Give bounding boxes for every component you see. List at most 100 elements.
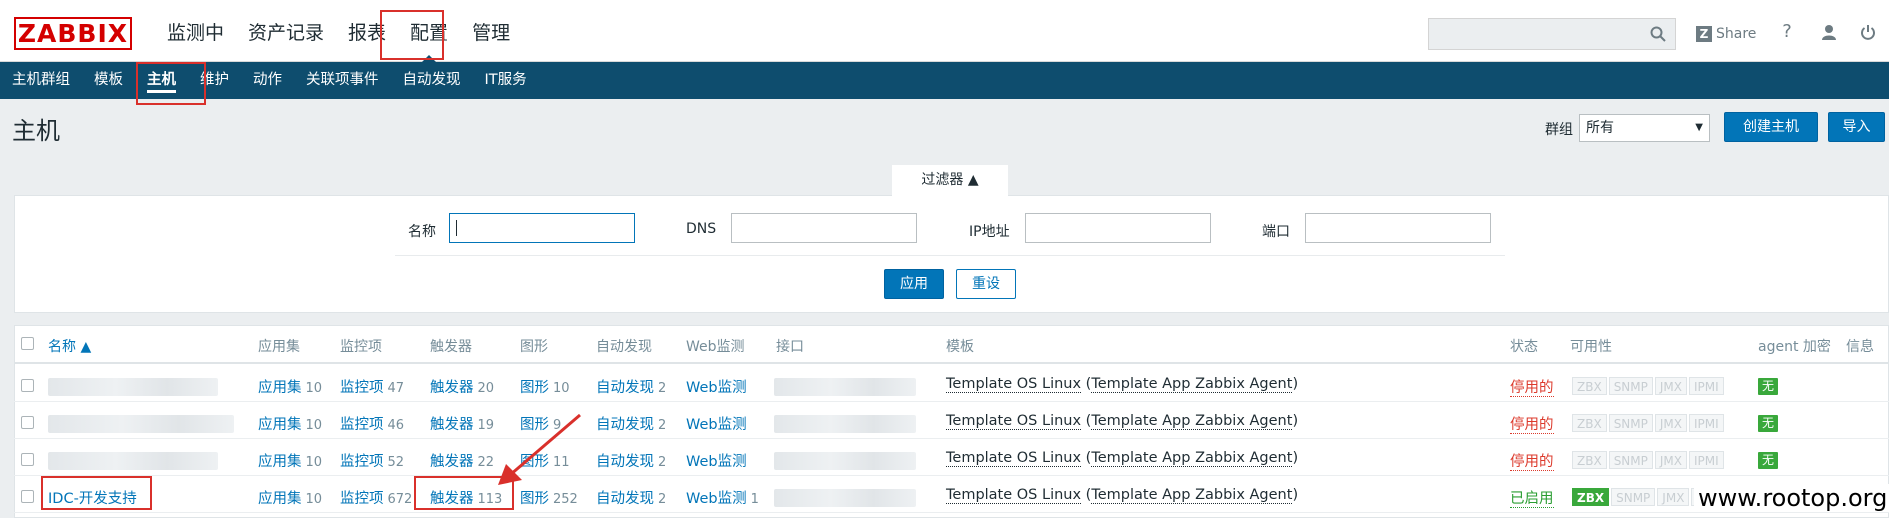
availability-ipmi-badge: IPMI xyxy=(1689,451,1724,469)
triggers-link[interactable]: 触发器 xyxy=(430,417,474,433)
discovery-link[interactable]: 自动发现 xyxy=(596,380,654,396)
applications-link[interactable]: 应用集 xyxy=(258,454,302,470)
web-count: 1 xyxy=(750,492,759,507)
select-all-checkbox[interactable] xyxy=(21,337,34,350)
applications-count: 10 xyxy=(305,381,323,396)
sign-out-icon[interactable] xyxy=(1856,20,1880,44)
applications-link[interactable]: 应用集 xyxy=(258,417,302,433)
triggers-link[interactable]: 触发器 xyxy=(430,380,474,396)
web-link[interactable]: Web监测 xyxy=(686,417,747,433)
items-cell: 监控项 52 xyxy=(340,450,404,471)
sort-by-name-link[interactable]: 名称 ▲ xyxy=(48,339,91,355)
row-checkbox[interactable] xyxy=(21,453,34,466)
global-search-input[interactable] xyxy=(1428,18,1676,50)
parent-template-link[interactable]: Template App Zabbix Agent xyxy=(1091,450,1293,467)
nav-configuration[interactable]: 配置 xyxy=(398,0,460,63)
group-label: 群组 xyxy=(1545,122,1573,138)
discovery-cell: 自动发现 2 xyxy=(596,487,666,508)
web-cell: Web监测 xyxy=(686,413,751,434)
subnav-discovery[interactable]: 自动发现 xyxy=(391,62,473,99)
subnav-maintenance[interactable]: 维护 xyxy=(188,62,241,99)
items-link[interactable]: 监控项 xyxy=(340,491,384,507)
reset-button[interactable]: 重设 xyxy=(956,269,1016,299)
items-link[interactable]: 监控项 xyxy=(340,454,384,470)
annotation-arrow-icon xyxy=(498,413,581,485)
filter-tab[interactable]: 过滤器 ▲ xyxy=(892,165,1008,196)
graphs-link[interactable]: 图形 xyxy=(520,380,549,396)
availability-zbx-badge: ZBX xyxy=(1572,488,1610,506)
status-cell: 停用的 xyxy=(1510,413,1554,434)
template-link[interactable]: Template OS Linux xyxy=(946,450,1082,467)
col-info-header: 信息 xyxy=(1846,339,1874,355)
applications-link[interactable]: 应用集 xyxy=(258,491,302,507)
col-discovery-header: 自动发现 xyxy=(596,339,652,355)
nav-inventory[interactable]: 资产记录 xyxy=(236,0,336,62)
search-icon[interactable] xyxy=(1650,26,1666,42)
nav-monitoring[interactable]: 监测中 xyxy=(155,0,236,62)
web-link[interactable]: Web监测 xyxy=(686,491,747,507)
zabbix-logo[interactable]: ZABBIX xyxy=(14,17,132,50)
subnav-hosts[interactable]: 主机 xyxy=(135,62,188,99)
triggers-link[interactable]: 触发器 xyxy=(430,454,474,470)
user-profile-icon[interactable] xyxy=(1817,20,1841,44)
status-toggle[interactable]: 停用的 xyxy=(1510,454,1554,471)
triggers-cell: 触发器 113 xyxy=(430,487,502,508)
col-name-header: 名称 ▲ xyxy=(48,336,91,356)
discovery-link[interactable]: 自动发现 xyxy=(596,454,654,470)
row-checkbox[interactable] xyxy=(21,416,34,429)
encryption-badge: 无 xyxy=(1758,452,1778,469)
group-select[interactable]: 所有 ▼ xyxy=(1579,114,1710,142)
nav-administration[interactable]: 管理 xyxy=(460,0,522,62)
template-link[interactable]: Template OS Linux xyxy=(946,487,1082,504)
share-link[interactable]: Z Share xyxy=(1696,22,1756,46)
status-toggle[interactable]: 已启用 xyxy=(1510,491,1554,508)
items-link[interactable]: 监控项 xyxy=(340,417,384,433)
filter-name-input[interactable] xyxy=(449,213,635,243)
row-divider xyxy=(14,401,1889,402)
filter-dns-input[interactable] xyxy=(731,213,917,243)
items-link[interactable]: 监控项 xyxy=(340,380,384,396)
subnav-it-services[interactable]: IT服务 xyxy=(473,62,539,99)
row-divider xyxy=(14,512,1889,513)
triggers-cell: 触发器 20 xyxy=(430,376,494,397)
status-cell: 停用的 xyxy=(1510,450,1554,471)
filter-ip-input[interactable] xyxy=(1025,213,1211,243)
subnav-actions[interactable]: 动作 xyxy=(241,62,294,99)
col-availability-header: 可用性 xyxy=(1570,339,1612,355)
graphs-count: 10 xyxy=(553,381,570,396)
status-toggle[interactable]: 停用的 xyxy=(1510,380,1554,397)
template-link[interactable]: Template OS Linux xyxy=(946,376,1082,393)
share-label: Share xyxy=(1716,26,1757,42)
discovery-link[interactable]: 自动发现 xyxy=(596,491,654,507)
create-host-button[interactable]: 创建主机 xyxy=(1724,112,1818,142)
triggers-link[interactable]: 触发器 xyxy=(430,491,474,507)
encryption-badge: 无 xyxy=(1758,415,1778,432)
parent-template-link[interactable]: Template App Zabbix Agent xyxy=(1091,487,1293,504)
parent-template-link[interactable]: Template App Zabbix Agent xyxy=(1091,376,1293,393)
discovery-link[interactable]: 自动发现 xyxy=(596,417,654,433)
apply-button[interactable]: 应用 xyxy=(884,269,944,299)
host-name-link[interactable]: IDC-开发支持 xyxy=(48,491,137,507)
subnav-templates[interactable]: 模板 xyxy=(82,62,135,99)
chevron-down-icon: ▼ xyxy=(1695,122,1703,133)
applications-link[interactable]: 应用集 xyxy=(258,380,302,396)
subnav-host-groups[interactable]: 主机群组 xyxy=(0,62,82,99)
import-button[interactable]: 导入 xyxy=(1828,112,1885,142)
parent-template-link[interactable]: Template App Zabbix Agent xyxy=(1091,413,1293,430)
row-checkbox[interactable] xyxy=(21,490,34,503)
subnav-correlation[interactable]: 关联项事件 xyxy=(294,62,391,99)
nav-reports[interactable]: 报表 xyxy=(336,0,398,62)
filter-port-input[interactable] xyxy=(1305,213,1491,243)
row-checkbox[interactable] xyxy=(21,379,34,392)
templates-cell: Template OS Linux (Template App Zabbix A… xyxy=(946,413,1299,430)
template-link[interactable]: Template OS Linux xyxy=(946,413,1082,430)
web-link[interactable]: Web监测 xyxy=(686,380,747,396)
availability-jmx-badge: JMX xyxy=(1654,377,1687,395)
availability-jmx-badge: JMX xyxy=(1654,414,1687,432)
graphs-link[interactable]: 图形 xyxy=(520,491,549,507)
help-icon[interactable]: ? xyxy=(1775,20,1799,44)
filter-divider xyxy=(395,255,1505,256)
status-toggle[interactable]: 停用的 xyxy=(1510,417,1554,434)
filter-dns-label: DNS xyxy=(686,221,717,237)
web-link[interactable]: Web监测 xyxy=(686,454,747,470)
